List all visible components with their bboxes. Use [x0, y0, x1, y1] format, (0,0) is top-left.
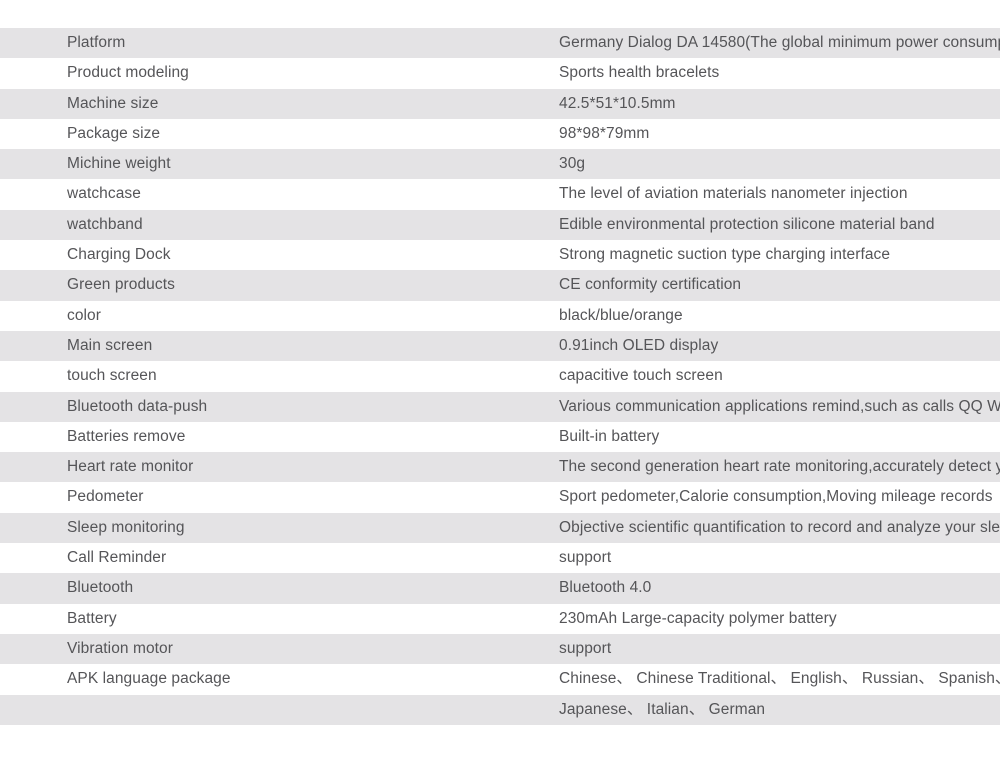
spec-label: Sleep monitoring: [67, 518, 185, 536]
spec-label: Package size: [67, 124, 161, 142]
spec-value: The level of aviation materials nanomete…: [559, 185, 908, 203]
specification-table: Platform Germany Dialog DA 14580(The glo…: [0, 28, 1000, 725]
table-row: Batteries remove Built-in battery: [0, 421, 1000, 453]
spec-label: Platform: [67, 34, 126, 51]
spec-value: The second generation heart rate monitor…: [559, 458, 1000, 476]
table-row: touch screen capacitive touch screen: [0, 361, 1000, 392]
table-row: Machine size 42.5*51*10.5mm: [0, 88, 1000, 119]
spec-label: Pedometer: [67, 488, 144, 506]
spec-value: Sports health bracelets: [559, 64, 720, 82]
table-row: Bluetooth Bluetooth 4.0: [0, 573, 1000, 604]
spec-value: 0.91inch OLED display: [559, 336, 719, 354]
table-row: Product modeling Sports health bracelets: [0, 58, 1000, 89]
specification-table-body: Platform Germany Dialog DA 14580(The glo…: [0, 28, 1000, 725]
spec-label: Bluetooth: [67, 579, 134, 597]
spec-label: Machine size: [67, 94, 159, 112]
spec-label: APK language package: [67, 670, 231, 688]
table-row: Pedometer Sport pedometer,Calorie consum…: [0, 482, 1000, 513]
table-row: Sleep monitoring Objective scientific qu…: [0, 512, 1000, 544]
table-row: Platform Germany Dialog DA 14580(The glo…: [0, 28, 1000, 59]
table-row: Main screen 0.91inch OLED display: [0, 330, 1000, 362]
spec-label: Product modeling: [67, 64, 189, 82]
spec-label: Battery: [67, 609, 117, 627]
spec-label: watchband: [67, 215, 143, 233]
table-row: Heart rate monitor The second generation…: [0, 452, 1000, 483]
spec-value: Various communication applications remin…: [559, 397, 1000, 415]
spec-value: Sport pedometer,Calorie consumption,Movi…: [559, 488, 993, 506]
spec-value: 30g: [559, 155, 586, 173]
spec-value: capacitive touch screen: [559, 367, 723, 385]
spec-label: Bluetooth data-push: [67, 397, 208, 415]
spec-label: Green products: [67, 276, 175, 294]
table-row: Charging Dock Strong magnetic suction ty…: [0, 240, 1000, 271]
spec-label: Michine weight: [67, 155, 171, 173]
spec-label: watchcase: [67, 185, 141, 203]
spec-value: Bluetooth 4.0: [559, 579, 652, 597]
table-row-continuation: Japanese、 Italian、 German: [0, 694, 1000, 725]
table-row: Michine weight 30g: [0, 149, 1000, 180]
spec-label: Batteries remove: [67, 427, 186, 445]
table-row: APK language package Chinese、 Chinese Tr…: [0, 664, 1000, 695]
table-row: watchband Edible environmental protectio…: [0, 209, 1000, 241]
spec-value: 42.5*51*10.5mm: [559, 94, 676, 112]
table-row: Call Reminder support: [0, 543, 1000, 574]
table-row: watchcase The level of aviation material…: [0, 179, 1000, 210]
spec-value: CE conformity certification: [559, 276, 742, 294]
spec-value: Objective scientific quantification to r…: [559, 518, 1000, 536]
spec-value: Germany Dialog DA 14580(The global minim…: [559, 34, 1000, 51]
spec-label: Charging Dock: [67, 246, 171, 264]
spec-value: Built-in battery: [559, 427, 660, 445]
table-row: color black/blue/orange: [0, 300, 1000, 331]
table-row: Bluetooth data-push Various communicatio…: [0, 391, 1000, 422]
table-row: Vibration motor support: [0, 633, 1000, 665]
spec-label: color: [67, 306, 101, 324]
spec-label: Heart rate monitor: [67, 458, 194, 476]
table-row: Green products CE conformity certificati…: [0, 270, 1000, 301]
spec-label: touch screen: [67, 367, 157, 385]
spec-value: black/blue/orange: [559, 306, 683, 324]
spec-label: Main screen: [67, 336, 153, 354]
spec-value: 230mAh Large-capacity polymer battery: [559, 609, 837, 627]
spec-value: 98*98*79mm: [559, 124, 650, 142]
spec-value: Chinese、 Chinese Traditional、 English、 R…: [559, 670, 1000, 688]
spec-value: support: [559, 549, 612, 567]
spec-value: Japanese、 Italian、 German: [559, 700, 766, 718]
table-row: Battery 230mAh Large-capacity polymer ba…: [0, 603, 1000, 634]
spec-label: [0, 695, 246, 725]
spec-value: Strong magnetic suction type charging in…: [559, 246, 891, 264]
spec-value: Edible environmental protection silicone…: [559, 215, 935, 233]
spec-label: Vibration motor: [67, 639, 173, 657]
table-row: Package size 98*98*79mm: [0, 118, 1000, 150]
spec-value: support: [559, 639, 612, 657]
spec-label: Call Reminder: [67, 549, 167, 567]
product-specification-sheet: Platform Germany Dialog DA 14580(The glo…: [0, 0, 1000, 763]
